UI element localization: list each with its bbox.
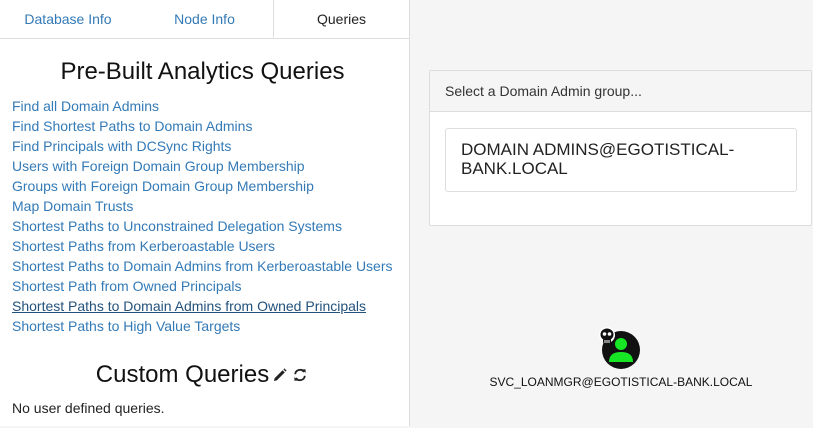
query-high-value-targets[interactable]: Shortest Paths to High Value Targets <box>12 316 393 336</box>
domain-admin-select-panel: Select a Domain Admin group... DOMAIN AD… <box>429 70 812 226</box>
query-shortest-paths-domain-admins[interactable]: Find Shortest Paths to Domain Admins <box>12 116 393 136</box>
graph-node[interactable] <box>596 326 642 372</box>
query-map-domain-trusts[interactable]: Map Domain Trusts <box>12 196 393 216</box>
prebuilt-query-list: Find all Domain Admins Find Shortest Pat… <box>12 96 393 336</box>
query-da-from-kerberoastable[interactable]: Shortest Paths to Domain Admins from Ker… <box>12 256 393 276</box>
tab-queries[interactable]: Queries <box>273 0 409 38</box>
domain-admin-select-header: Select a Domain Admin group... <box>430 71 811 112</box>
prebuilt-queries-title: Pre-Built Analytics Queries <box>60 58 345 85</box>
query-from-owned[interactable]: Shortest Path from Owned Principals <box>12 276 393 296</box>
tab-node-info[interactable]: Node Info <box>136 0 273 38</box>
graph-node-label: SVC_LOANMGR@EGOTISTICAL-BANK.LOCAL <box>489 375 753 389</box>
query-dcsync-principals[interactable]: Find Principals with DCSync Rights <box>12 136 393 156</box>
owned-user-icon <box>599 327 640 369</box>
no-custom-queries-text: No user defined queries. <box>12 400 165 416</box>
query-find-all-domain-admins[interactable]: Find all Domain Admins <box>12 96 393 116</box>
custom-queries-header: Custom Queries <box>0 361 405 389</box>
query-unconstrained-delegation[interactable]: Shortest Paths to Unconstrained Delegati… <box>12 216 393 236</box>
skull-icon <box>599 327 615 343</box>
queries-panel: Database Info Node Info Queries Pre-Buil… <box>0 0 410 426</box>
tab-database-info[interactable]: Database Info <box>0 0 136 38</box>
custom-queries-title: Custom Queries <box>95 361 270 388</box>
refresh-icon[interactable] <box>293 367 309 383</box>
query-groups-foreign-membership[interactable]: Groups with Foreign Domain Group Members… <box>12 176 393 196</box>
query-da-from-owned[interactable]: Shortest Paths to Domain Admins from Own… <box>12 296 393 316</box>
domain-admin-option[interactable]: DOMAIN ADMINS@EGOTISTICAL-BANK.LOCAL <box>445 128 797 192</box>
tab-bar: Database Info Node Info Queries <box>0 0 409 39</box>
pencil-icon[interactable] <box>273 367 289 383</box>
query-users-foreign-membership[interactable]: Users with Foreign Domain Group Membersh… <box>12 156 393 176</box>
query-from-kerberoastable[interactable]: Shortest Paths from Kerberoastable Users <box>12 236 393 256</box>
